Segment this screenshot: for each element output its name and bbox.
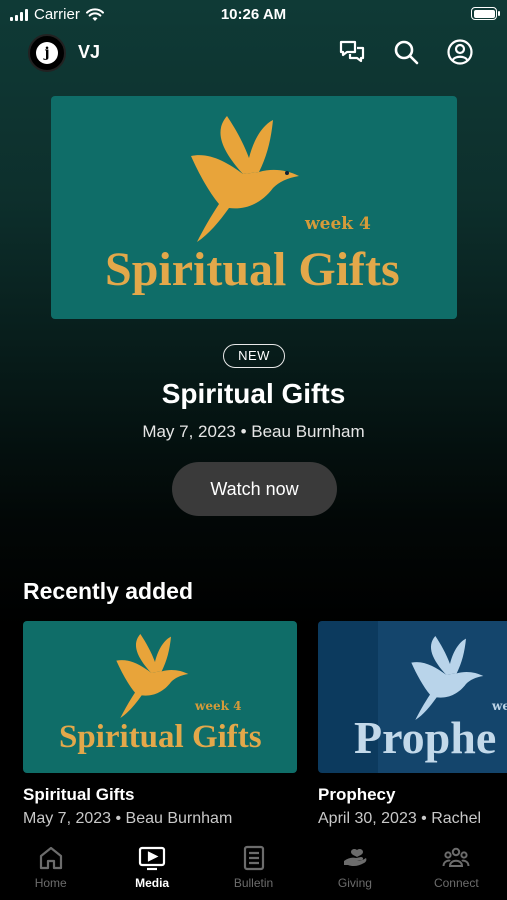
tab-giving[interactable]: Giving xyxy=(304,836,405,900)
media-card-meta: April 30, 2023 • Rachel xyxy=(318,810,482,827)
media-card-title: Prophecy xyxy=(318,785,396,804)
hero-title: Spiritual Gifts xyxy=(161,378,346,409)
tab-label: Connect xyxy=(433,876,479,890)
battery-icon xyxy=(471,7,500,20)
media-card[interactable]: week 4 Spiritual Gifts Spiritual Gifts M… xyxy=(23,621,297,828)
watch-now-button[interactable]: Watch now xyxy=(172,462,337,516)
hero-art-title: Spiritual Gifts xyxy=(105,243,400,296)
tab-label: Bulletin xyxy=(233,876,274,890)
card-art-title: Spiritual Gifts xyxy=(59,719,262,755)
status-time: 10:26 AM xyxy=(220,6,287,23)
tv-icon xyxy=(139,846,166,871)
media-card-title: Spiritual Gifts xyxy=(23,785,135,804)
tab-label: Media xyxy=(135,876,170,890)
media-card-thumbnail[interactable]: we Prophe xyxy=(318,621,507,773)
tab-connect[interactable]: Connect xyxy=(406,836,507,900)
giving-hand-icon xyxy=(343,848,367,867)
tab-label: Home xyxy=(34,876,67,890)
logo-glyph: j xyxy=(36,42,58,64)
tab-media[interactable]: Media xyxy=(101,836,202,900)
bottom-tab-bar: Home Media Bulletin Giving Connect xyxy=(0,836,507,900)
media-card-meta: May 7, 2023 • Beau Burnham xyxy=(23,810,233,827)
status-bar: Carrier 10:26 AM xyxy=(0,0,507,30)
hero-art-week: week 4 xyxy=(305,214,371,234)
app-screen: Carrier 10:26 AM j VJ week 4 Spiritual G… xyxy=(0,0,507,900)
account-icon[interactable] xyxy=(446,38,474,66)
bulletin-icon xyxy=(243,845,264,871)
section-title-recently-added: Recently added xyxy=(23,578,193,604)
church-logo[interactable]: j xyxy=(28,34,66,72)
dove-icon xyxy=(191,116,299,242)
app-header: j VJ xyxy=(0,32,507,72)
media-card-thumbnail[interactable]: week 4 Spiritual Gifts xyxy=(23,621,297,773)
tab-label: Giving xyxy=(337,876,372,890)
card-art-title: Prophe xyxy=(354,712,497,763)
new-badge: NEW xyxy=(223,344,285,368)
card-art-week: week 4 xyxy=(195,699,242,713)
dove-icon xyxy=(116,634,189,718)
brand-name: VJ xyxy=(78,42,101,62)
media-card[interactable]: we Prophe Prophecy April 30, 2023 • Rach… xyxy=(318,621,507,828)
hero-meta: May 7, 2023 • Beau Burnham xyxy=(142,422,365,441)
hero-artwork[interactable]: week 4 Spiritual Gifts xyxy=(51,96,457,319)
tab-home[interactable]: Home xyxy=(0,836,101,900)
chat-icon[interactable] xyxy=(338,38,366,66)
people-icon xyxy=(442,847,470,867)
home-icon xyxy=(39,846,62,870)
search-icon[interactable] xyxy=(392,38,420,66)
tab-bulletin[interactable]: Bulletin xyxy=(203,836,304,900)
